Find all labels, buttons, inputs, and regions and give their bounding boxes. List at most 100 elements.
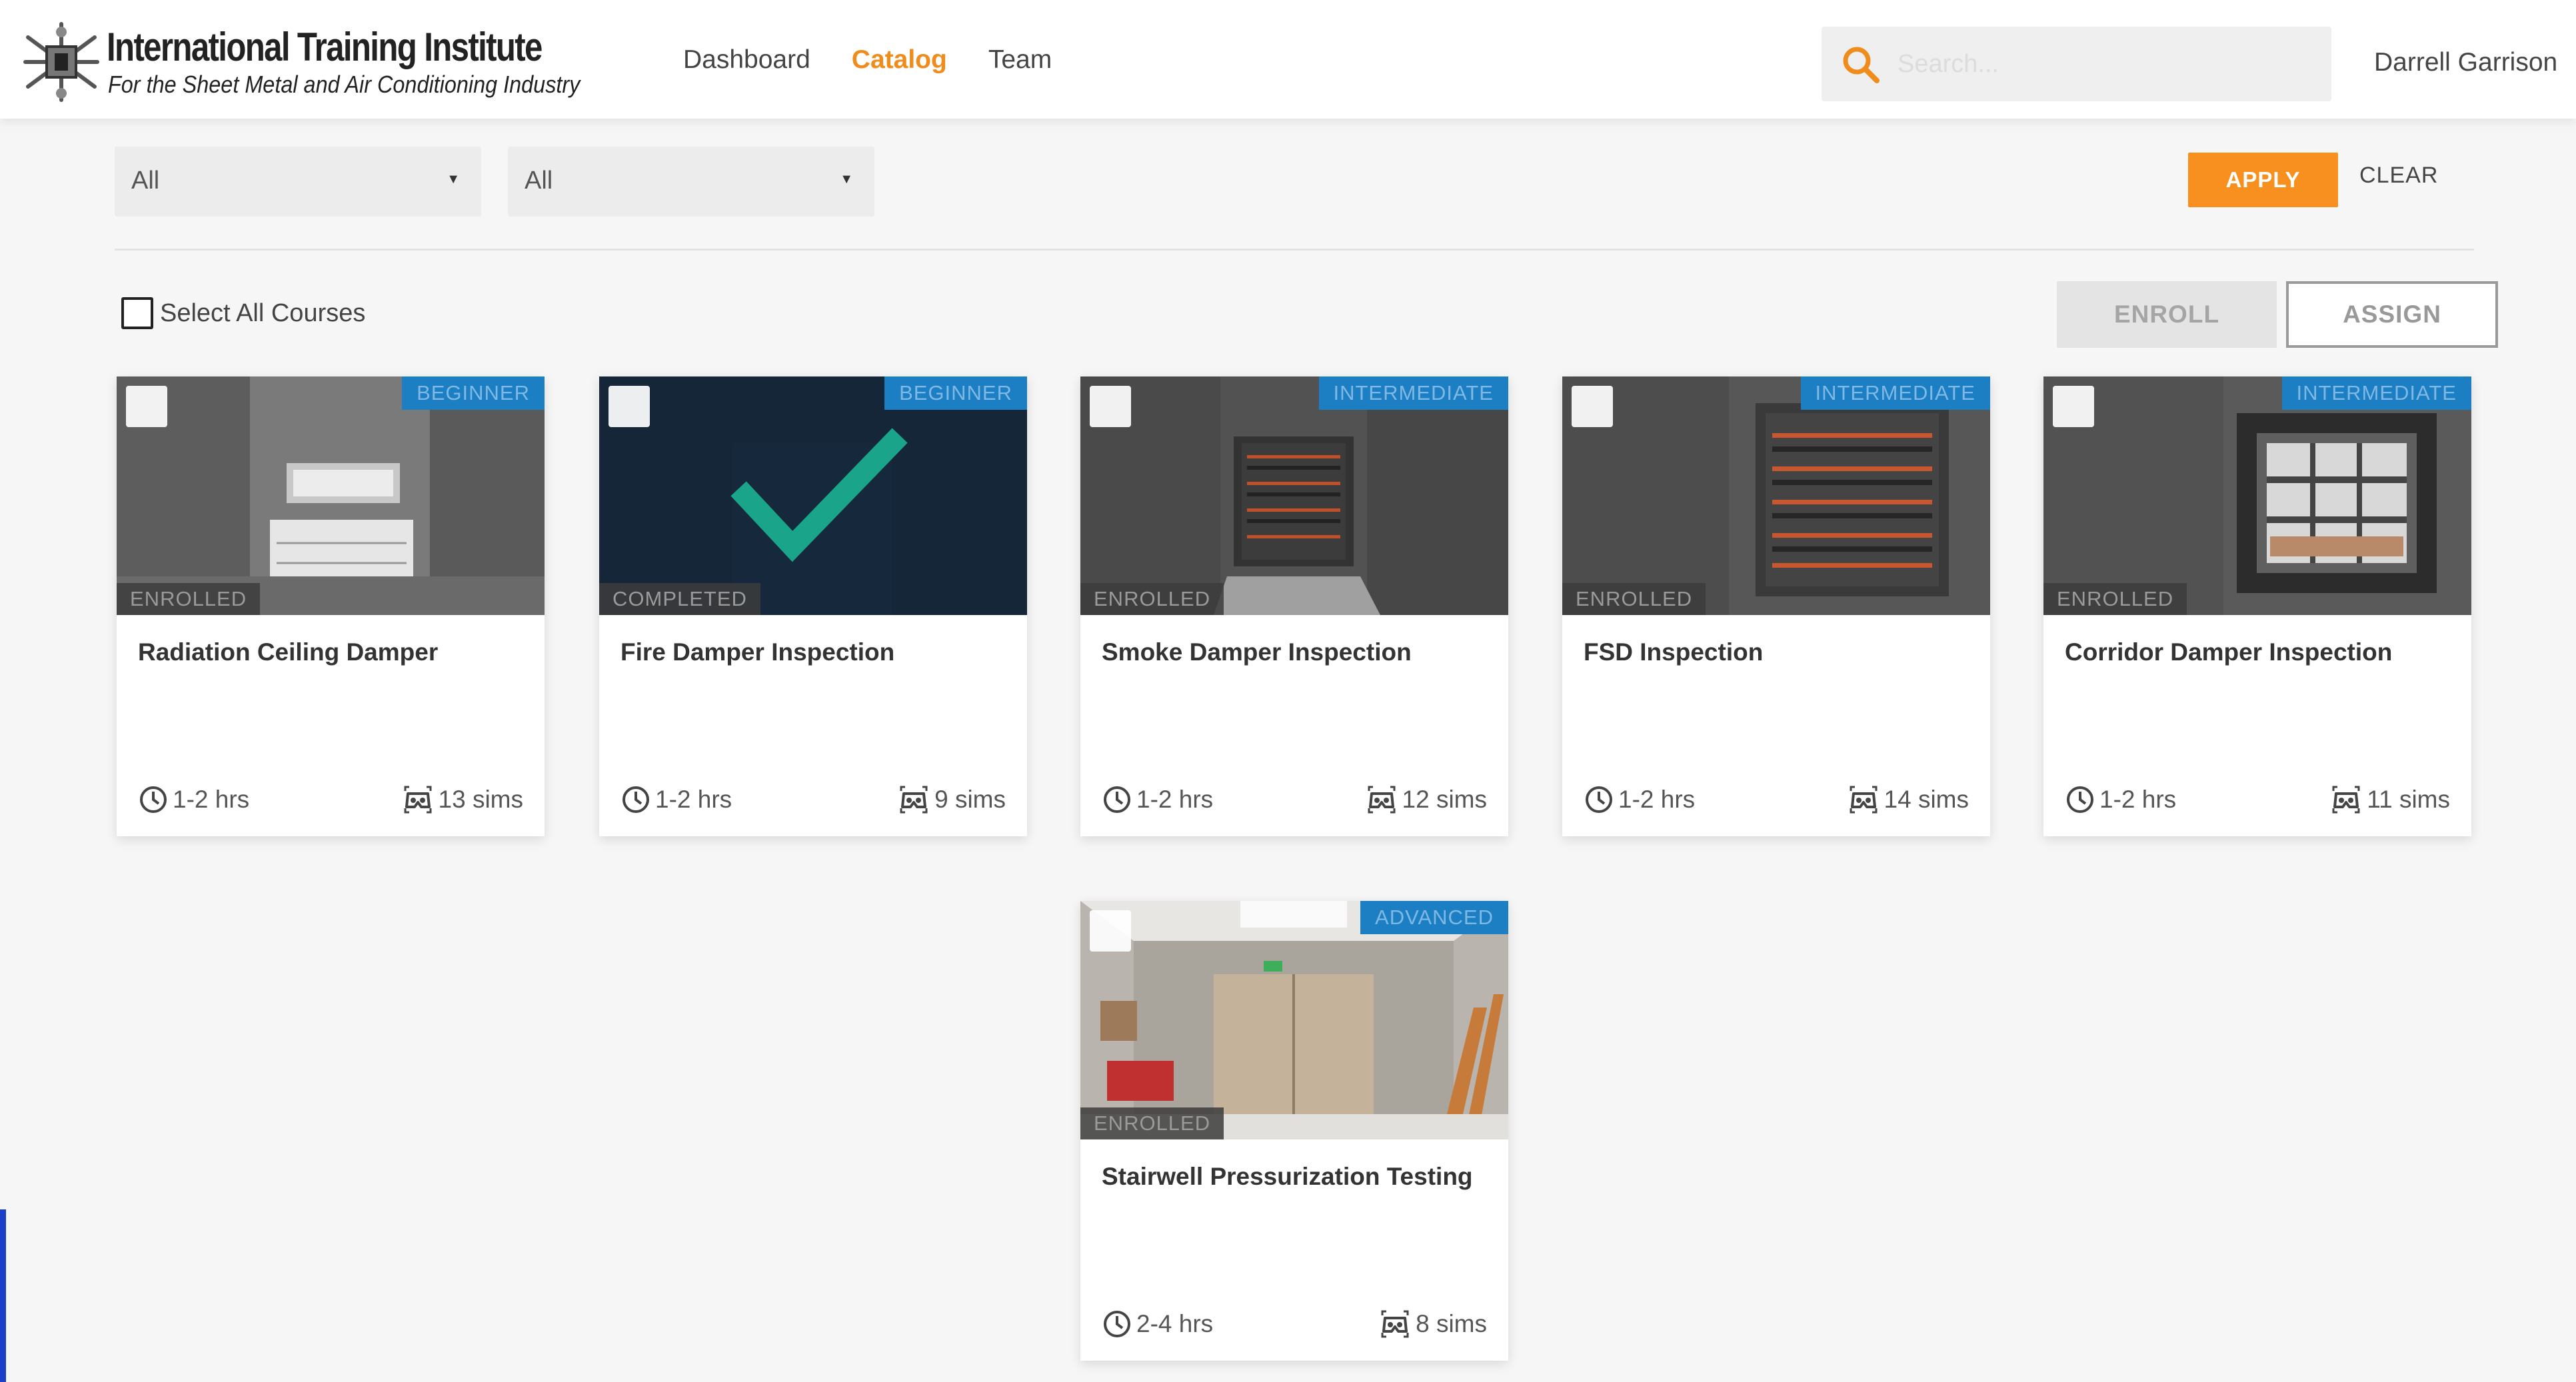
clock-icon bbox=[1104, 786, 1130, 813]
course-duration-text: 2-4 hrs bbox=[1136, 1310, 1214, 1337]
course-sims-text: 14 sims bbox=[1884, 786, 1969, 813]
select-all-courses[interactable]: Select All Courses bbox=[121, 297, 365, 329]
search-input[interactable] bbox=[1896, 40, 2309, 88]
level-badge: BEGINNER bbox=[884, 376, 1027, 410]
clock-icon bbox=[623, 786, 649, 813]
top-header: International Training Institute For the… bbox=[0, 0, 2576, 119]
course-card[interactable]: ADVANCED ENROLLED Stairwell Pressurizati… bbox=[1080, 901, 1508, 1361]
course-sims-text: 9 sims bbox=[934, 786, 1006, 813]
course-sims: 14 sims bbox=[1848, 784, 1969, 815]
course-duration-text: 1-2 hrs bbox=[1136, 786, 1214, 813]
level-badge: ADVANCED bbox=[1360, 901, 1508, 934]
search-box bbox=[1822, 27, 2331, 101]
course-title[interactable]: Smoke Damper Inspection bbox=[1102, 638, 1488, 667]
course-card[interactable]: BEGINNER ENROLLED Radiation Ceiling Damp… bbox=[117, 376, 545, 836]
course-duration-text: 1-2 hrs bbox=[173, 786, 250, 813]
select-all-checkbox[interactable] bbox=[121, 297, 153, 329]
clock-icon bbox=[1586, 786, 1612, 813]
course-checkbox[interactable] bbox=[1572, 386, 1613, 427]
course-card[interactable]: BEGINNER COMPLETED Fire Damper Inspectio… bbox=[599, 376, 1027, 836]
logo-emblem-icon bbox=[23, 22, 99, 102]
vr-headset-icon bbox=[900, 786, 928, 814]
chevron-down-icon: ▼ bbox=[447, 172, 460, 187]
course-checkbox[interactable] bbox=[609, 386, 650, 427]
course-thumbnail-image bbox=[1080, 376, 1508, 615]
course-sims-text: 8 sims bbox=[1416, 1310, 1487, 1337]
select-all-label: Select All Courses bbox=[160, 299, 366, 327]
course-title[interactable]: FSD Inspection bbox=[1584, 638, 1970, 667]
level-badge: INTERMEDIATE bbox=[1318, 376, 1508, 410]
vr-headset-icon bbox=[404, 786, 432, 814]
course-checkbox[interactable] bbox=[1090, 386, 1131, 427]
course-title[interactable]: Corridor Damper Inspection bbox=[2065, 638, 2451, 667]
course-checkbox[interactable] bbox=[2053, 386, 2094, 427]
course-duration: 1-2 hrs bbox=[621, 784, 732, 815]
enroll-button[interactable]: ENROLL bbox=[2057, 281, 2277, 348]
course-thumbnail-image bbox=[599, 376, 1027, 615]
course-card[interactable]: INTERMEDIATE ENROLLED FSD Inspection 1-2… bbox=[1562, 376, 1990, 836]
filter-select-1-value: All bbox=[131, 167, 160, 195]
course-sims: 9 sims bbox=[898, 784, 1006, 815]
course-sims-text: 12 sims bbox=[1402, 786, 1487, 813]
status-badge: COMPLETED bbox=[599, 583, 760, 615]
logo-title: International Training Institute bbox=[107, 25, 543, 69]
course-duration-text: 1-2 hrs bbox=[1618, 786, 1696, 813]
course-thumbnail: BEGINNER ENROLLED bbox=[117, 376, 545, 615]
logo-subtitle: For the Sheet Metal and Air Conditioning… bbox=[108, 71, 581, 98]
course-thumbnail: ADVANCED ENROLLED bbox=[1080, 901, 1508, 1139]
course-card[interactable]: INTERMEDIATE ENROLLED Corridor Damper In… bbox=[2043, 376, 2471, 836]
course-thumbnail-image bbox=[117, 376, 545, 615]
main-nav: Dashboard Catalog Team bbox=[683, 45, 1052, 75]
divider bbox=[115, 249, 2474, 251]
vr-headset-icon bbox=[1381, 1310, 1409, 1338]
course-thumbnail: INTERMEDIATE ENROLLED bbox=[2043, 376, 2471, 615]
course-thumbnail: INTERMEDIATE ENROLLED bbox=[1080, 376, 1508, 615]
chevron-down-icon: ▼ bbox=[840, 172, 853, 187]
course-duration: 1-2 hrs bbox=[2065, 784, 2176, 815]
assign-button[interactable]: ASSIGN bbox=[2286, 281, 2498, 348]
clock-icon bbox=[2067, 786, 2093, 813]
course-duration: 1-2 hrs bbox=[1102, 784, 1213, 815]
logo[interactable]: International Training Institute For the… bbox=[20, 19, 587, 105]
level-badge: INTERMEDIATE bbox=[1800, 376, 1990, 410]
filter-select-1[interactable]: All ▼ bbox=[115, 147, 481, 217]
course-duration: 2-4 hrs bbox=[1102, 1309, 1213, 1339]
nav-catalog[interactable]: Catalog bbox=[852, 45, 947, 75]
status-badge: ENROLLED bbox=[1562, 583, 1706, 615]
nav-dashboard[interactable]: Dashboard bbox=[683, 45, 810, 75]
filter-select-2[interactable]: All ▼ bbox=[508, 147, 874, 217]
nav-team[interactable]: Team bbox=[988, 45, 1052, 75]
clock-icon bbox=[1104, 1311, 1130, 1337]
course-title[interactable]: Fire Damper Inspection bbox=[621, 638, 1007, 667]
user-name[interactable]: Darrell Garrison bbox=[2374, 48, 2557, 77]
course-thumbnail-image bbox=[1562, 376, 1990, 615]
level-badge: BEGINNER bbox=[402, 376, 545, 410]
course-checkbox[interactable] bbox=[1090, 910, 1131, 952]
level-badge: INTERMEDIATE bbox=[2281, 376, 2471, 410]
course-title[interactable]: Radiation Ceiling Damper bbox=[138, 638, 525, 667]
course-sims-text: 11 sims bbox=[2367, 786, 2450, 813]
course-thumbnail-image bbox=[2043, 376, 2471, 615]
course-checkbox[interactable] bbox=[126, 386, 167, 427]
status-badge: ENROLLED bbox=[1080, 1107, 1224, 1139]
course-sims: 12 sims bbox=[1366, 784, 1487, 815]
filter-select-2-value: All bbox=[525, 167, 553, 195]
search-icon[interactable] bbox=[1840, 44, 1880, 84]
course-card[interactable]: INTERMEDIATE ENROLLED Smoke Damper Inspe… bbox=[1080, 376, 1508, 836]
clear-button[interactable]: CLEAR bbox=[2359, 163, 2438, 189]
course-sims-text: 13 sims bbox=[438, 786, 523, 813]
course-sims: 11 sims bbox=[2331, 784, 2450, 815]
clock-icon bbox=[140, 786, 167, 813]
course-duration-text: 1-2 hrs bbox=[2099, 786, 2177, 813]
course-sims: 13 sims bbox=[403, 784, 523, 815]
status-badge: ENROLLED bbox=[117, 583, 261, 615]
course-duration: 1-2 hrs bbox=[1584, 784, 1695, 815]
course-thumbnail: INTERMEDIATE ENROLLED bbox=[1562, 376, 1990, 615]
course-duration-text: 1-2 hrs bbox=[655, 786, 732, 813]
course-title[interactable]: Stairwell Pressurization Testing bbox=[1102, 1162, 1488, 1191]
apply-button[interactable]: APPLY bbox=[2188, 153, 2338, 207]
vr-headset-icon bbox=[1850, 786, 1878, 814]
status-badge: ENROLLED bbox=[1080, 583, 1224, 615]
course-sims: 8 sims bbox=[1380, 1309, 1487, 1339]
window-edge-strip bbox=[0, 1209, 6, 1382]
